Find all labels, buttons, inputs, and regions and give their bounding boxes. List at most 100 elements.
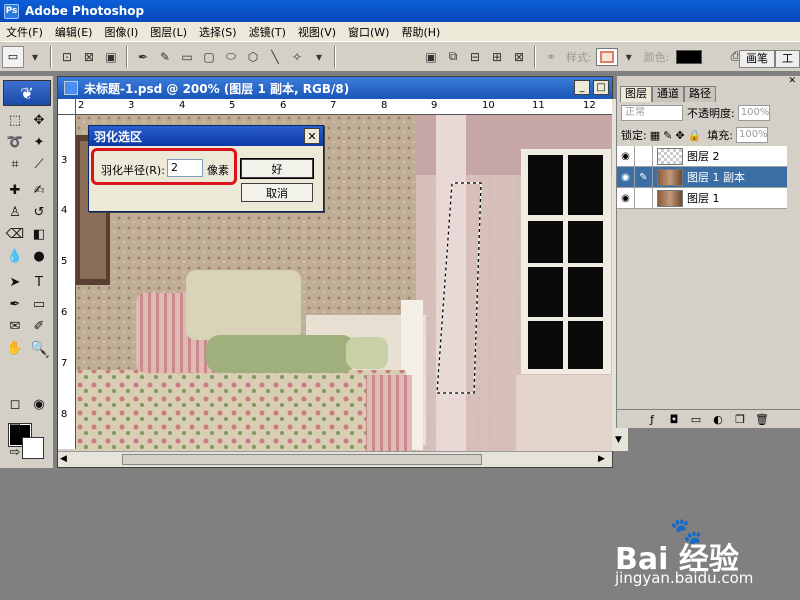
blur-tool-icon[interactable]: 💧 (4, 246, 26, 267)
tab-paths[interactable]: 路径 (684, 86, 716, 102)
custom-shape-icon[interactable]: ✧ (288, 48, 306, 66)
lock-brush-icon[interactable]: ✎ (663, 129, 672, 142)
horizontal-ruler[interactable]: 2 3 4 5 6 7 8 9 10 11 12 (76, 99, 612, 115)
type-tool-icon[interactable]: T (28, 272, 50, 293)
add-shape-icon[interactable]: ⧉ (444, 48, 462, 66)
shape-color-swatch[interactable] (676, 49, 703, 64)
menu-select[interactable]: 选择(S) (193, 24, 243, 40)
healing-brush-icon[interactable]: ✚ (4, 180, 26, 201)
pen-tool-icon[interactable]: ✒ (4, 294, 26, 315)
link-cell[interactable] (635, 145, 653, 167)
menu-view[interactable]: 视图(V) (292, 24, 342, 40)
opacity-input[interactable]: 100% (737, 105, 770, 121)
dodge-tool-icon[interactable]: ● (28, 246, 50, 267)
fill-input[interactable]: 100% (735, 127, 768, 143)
feather-radius-input[interactable]: 2 (167, 159, 203, 177)
maximize-button[interactable]: □ (593, 80, 609, 95)
scroll-right-icon[interactable]: ▶ (598, 454, 605, 464)
link-cell[interactable] (635, 187, 653, 209)
chevron-down-icon[interactable]: ▾ (620, 48, 638, 66)
path-mode-icon[interactable]: ⊠ (80, 48, 98, 66)
tab-layers[interactable]: 图层 (620, 86, 652, 102)
scroll-left-icon[interactable]: ◀ (60, 454, 67, 464)
lock-move-icon[interactable]: ✥ (675, 129, 684, 142)
rectangle-tool-icon[interactable]: ▭ (28, 294, 50, 315)
subtract-shape-icon[interactable]: ⊟ (466, 48, 484, 66)
tab-tool-presets[interactable]: 工 (775, 50, 800, 68)
link-icon[interactable]: ⚭ (542, 48, 560, 66)
ruler-origin[interactable] (58, 99, 76, 115)
history-brush-icon[interactable]: ↺ (28, 202, 50, 223)
menu-filter[interactable]: 滤镜(T) (243, 24, 292, 40)
tab-channels[interactable]: 通道 (652, 86, 684, 102)
minimize-button[interactable]: _ (574, 80, 590, 95)
ok-button[interactable]: 好 (240, 158, 314, 179)
marquee-tool-icon[interactable]: ⬚ (4, 110, 26, 131)
scroll-thumb[interactable] (122, 454, 482, 465)
scroll-down-icon[interactable]: ▼ (615, 435, 622, 445)
quick-mask-icon[interactable]: ◉ (28, 394, 50, 415)
eye-icon[interactable]: ◉ (617, 187, 635, 209)
menu-file[interactable]: 文件(F) (0, 24, 49, 40)
cancel-button[interactable]: 取消 (241, 183, 313, 202)
eyedropper-icon[interactable]: ✐ (28, 316, 50, 337)
trash-icon[interactable]: 🗑 (751, 413, 773, 426)
pen-tool-icon[interactable]: ✒ (134, 48, 152, 66)
new-group-icon[interactable]: ▭ (685, 413, 707, 426)
swap-colors-icon[interactable]: ⤡ (34, 344, 56, 365)
crop-tool-icon[interactable]: ⌗ (4, 154, 26, 175)
adjustment-layer-icon[interactable]: ◐ (707, 413, 729, 426)
layer-row[interactable]: ◉ 图层 1 (617, 187, 787, 209)
close-icon[interactable]: ✕ (304, 128, 320, 144)
intersect-shape-icon[interactable]: ⊞ (488, 48, 506, 66)
menu-layer[interactable]: 图层(L) (144, 24, 193, 40)
eye-icon[interactable]: ◉ (617, 166, 635, 188)
exclude-shape-icon[interactable]: ⊠ (510, 48, 528, 66)
blend-mode-select[interactable]: 正常 (621, 105, 683, 121)
rectangle-tool-icon[interactable]: ▭ (178, 48, 196, 66)
hand-tool-icon[interactable]: ✋ (4, 338, 26, 359)
gradient-tool-icon[interactable]: ◧ (28, 224, 50, 245)
polygon-tool-icon[interactable]: ⬡ (244, 48, 262, 66)
brush-tool-icon[interactable]: ✍ (28, 180, 50, 201)
move-tool-icon[interactable]: ✥ (28, 110, 50, 131)
menu-window[interactable]: 窗口(W) (342, 24, 395, 40)
lock-all-icon[interactable]: 🔒 (688, 129, 702, 142)
new-layer-icon[interactable]: ❐ (729, 413, 751, 426)
chevron-down-icon[interactable]: ▾ (26, 48, 44, 66)
rounded-rectangle-icon[interactable]: ▢ (200, 48, 218, 66)
tool-preset-picker[interactable]: ▭ (2, 45, 24, 68)
fill-pixels-icon[interactable]: ▣ (102, 48, 120, 66)
slice-tool-icon[interactable]: ⟋ (28, 154, 50, 175)
jump-to-imageready-icon[interactable]: ⇨ (4, 442, 26, 463)
screen-mode-icon[interactable]: ▤ (4, 418, 26, 439)
shape-layer-icon[interactable]: ⊡ (58, 48, 76, 66)
vertical-ruler[interactable]: 3 4 5 6 7 8 (58, 115, 76, 449)
freeform-pen-icon[interactable]: ✎ (156, 48, 174, 66)
line-tool-icon[interactable]: ╲ (266, 48, 284, 66)
layer-style-icon[interactable]: ƒ (641, 413, 663, 426)
horizontal-scrollbar[interactable]: ◀ ▶ (58, 451, 612, 467)
magic-wand-icon[interactable]: ✦ (28, 132, 50, 153)
eye-icon[interactable]: ◉ (617, 145, 635, 167)
eraser-tool-icon[interactable]: ⌫ (4, 224, 26, 245)
clone-stamp-icon[interactable]: ♙ (4, 202, 26, 223)
close-icon[interactable]: ✕ (788, 76, 796, 86)
new-shape-layer-icon[interactable]: ▣ (422, 48, 440, 66)
menu-edit[interactable]: 编辑(E) (49, 24, 99, 40)
layer-row[interactable]: ◉ 图层 2 (617, 145, 787, 167)
layer-row[interactable]: ◉ ✎ 图层 1 副本 (617, 166, 787, 188)
tab-brushes[interactable]: 画笔 (739, 50, 775, 68)
chevron-down-icon[interactable]: ▾ (310, 48, 328, 66)
ellipse-tool-icon[interactable]: ⬭ (222, 48, 240, 66)
style-picker[interactable] (595, 47, 618, 66)
feather-logo-icon[interactable]: ❦ (3, 80, 51, 106)
path-select-icon[interactable]: ➤ (4, 272, 26, 293)
lasso-tool-icon[interactable]: ➰ (4, 132, 26, 153)
brush-icon[interactable]: ✎ (635, 166, 653, 188)
notes-tool-icon[interactable]: ✉ (4, 316, 26, 337)
standard-mode-icon[interactable]: ◻ (4, 394, 26, 415)
lock-transparency-icon[interactable]: ▦ (650, 129, 660, 142)
menu-image[interactable]: 图像(I) (98, 24, 144, 40)
menu-help[interactable]: 帮助(H) (395, 24, 446, 40)
